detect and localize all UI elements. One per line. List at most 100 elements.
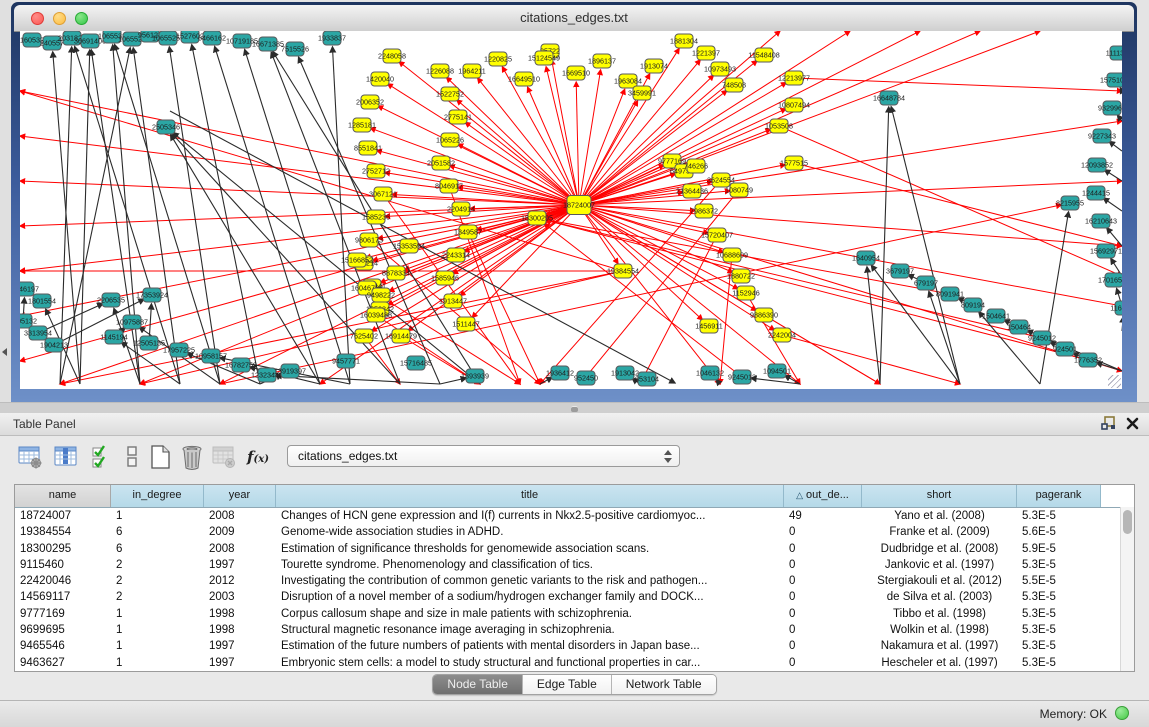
column-header-name[interactable]: name <box>15 485 111 507</box>
table-row[interactable]: 946362711997Embryonic stem cells: a mode… <box>15 655 1134 671</box>
graph-edge[interactable] <box>580 190 739 384</box>
collapse-panel-arrow-icon[interactable] <box>2 348 7 356</box>
function-builder-icon[interactable]: f(x) <box>244 443 272 471</box>
table-cell[interactable]: 18724007 <box>15 508 111 524</box>
graph-edge[interactable] <box>528 87 579 205</box>
delete-table-icon[interactable] <box>178 443 206 471</box>
graph-edge[interactable] <box>192 45 260 384</box>
table-cell[interactable]: 14569117 <box>15 589 111 605</box>
graph-edge[interactable] <box>579 205 1122 306</box>
table-cell[interactable]: Genome-wide association studies in ADHD. <box>276 524 784 540</box>
table-cell[interactable]: 2 <box>111 589 204 605</box>
table-row[interactable]: 977716911998Corpus callosum shape and si… <box>15 606 1134 622</box>
table-cell[interactable]: Investigating the contribution of common… <box>276 573 784 589</box>
table-cell[interactable]: 5.3E-5 <box>1017 589 1101 605</box>
table-cell[interactable]: 2009 <box>204 524 276 540</box>
table-cell[interactable]: 0 <box>784 638 862 654</box>
table-cell[interactable]: 49 <box>784 508 862 524</box>
graph-edge[interactable] <box>1117 115 1122 121</box>
graph-edge[interactable] <box>546 220 1088 360</box>
float-window-icon[interactable] <box>1101 416 1116 431</box>
column-header-in_degree[interactable]: in_degree <box>111 485 204 507</box>
table-cell[interactable]: 9699695 <box>15 622 111 638</box>
citation-network-graph[interactable]: 1605322405572031826306914061065532106552… <box>20 31 1122 389</box>
table-cell[interactable]: 5.3E-5 <box>1017 655 1101 671</box>
table-cell[interactable]: 0 <box>784 589 862 605</box>
table-row[interactable]: 1830029562008Estimation of significance … <box>15 541 1134 557</box>
table-cell[interactable]: Hescheler et al. (1997) <box>862 655 1017 671</box>
graph-edge[interactable] <box>546 220 1042 338</box>
column-header-year[interactable]: year <box>204 485 276 507</box>
table-cell[interactable]: Changes of HCN gene expression and I(f) … <box>276 508 784 524</box>
table-cell[interactable]: 18300295 <box>15 541 111 557</box>
column-header-short[interactable]: short <box>862 485 1017 507</box>
graph-edge[interactable] <box>20 136 579 205</box>
table-row[interactable]: 911546021997Tourette syndrome. Phenomeno… <box>15 557 1134 573</box>
table-cell[interactable]: 1997 <box>204 557 276 573</box>
table-cell[interactable]: Franke et al. (2009) <box>862 524 1017 540</box>
graph-edge[interactable] <box>502 67 579 205</box>
table-cell[interactable]: Estimation of significance thresholds fo… <box>276 541 784 557</box>
table-cell[interactable]: Corpus callosum shape and size in male p… <box>276 606 784 622</box>
tab-network-table[interactable]: Network Table <box>612 675 716 694</box>
table-cell[interactable]: 1 <box>111 655 204 671</box>
resize-grip[interactable] <box>1108 375 1121 388</box>
merge-tables-icon[interactable] <box>118 443 146 471</box>
table-cell[interactable]: Jankovic et al. (1997) <box>862 557 1017 573</box>
table-cell[interactable]: 9465546 <box>15 638 111 654</box>
table-cell[interactable]: 0 <box>784 541 862 557</box>
table-cell[interactable]: 19384554 <box>15 524 111 540</box>
graph-edge[interactable] <box>751 378 800 384</box>
table-cell[interactable]: 2008 <box>204 508 276 524</box>
table-cell[interactable]: 0 <box>784 622 862 638</box>
graph-edge[interactable] <box>579 181 1122 205</box>
graph-edge[interactable] <box>1103 198 1122 211</box>
graph-edge[interactable] <box>377 150 579 205</box>
table-cell[interactable]: 5.5E-5 <box>1017 573 1101 589</box>
graph-edge[interactable] <box>891 107 960 384</box>
graph-edge[interactable] <box>1040 212 1069 384</box>
graph-edge[interactable] <box>173 133 480 384</box>
graph-edge[interactable] <box>794 78 1122 91</box>
column-header-pagerank[interactable]: pagerank <box>1017 485 1101 507</box>
table-row[interactable]: 969969511998Structural magnetic resonanc… <box>15 622 1134 638</box>
table-cell[interactable]: 2 <box>111 557 204 573</box>
table-cell[interactable]: Wolkin et al. (1998) <box>862 622 1017 638</box>
new-table-icon[interactable] <box>146 443 174 471</box>
graph-edge[interactable] <box>80 50 90 384</box>
scrollbar-thumb[interactable] <box>1123 510 1132 534</box>
table-cell[interactable]: 1998 <box>204 622 276 638</box>
graph-edge[interactable] <box>1105 170 1122 181</box>
graph-edge[interactable] <box>220 205 579 384</box>
graph-edge[interactable] <box>867 267 880 384</box>
graph-edge[interactable] <box>579 205 720 384</box>
table-cell[interactable]: Nakamura et al. (1997) <box>862 638 1017 654</box>
close-icon[interactable] <box>1126 417 1139 430</box>
vertical-scrollbar[interactable] <box>1120 507 1134 671</box>
table-cell[interactable]: 9463627 <box>15 655 111 671</box>
table-cell[interactable]: de Silva et al. (2003) <box>862 589 1017 605</box>
row-selection-icon[interactable] <box>88 443 116 471</box>
table-cell[interactable]: 1 <box>111 622 204 638</box>
memory-status-indicator[interactable] <box>1115 706 1129 720</box>
column-header-out_de[interactable]: △out_de... <box>784 485 862 507</box>
table-cell[interactable]: Tibbo et al. (1998) <box>862 606 1017 622</box>
split-divider[interactable] <box>0 402 1149 413</box>
table-cell[interactable]: 9115460 <box>15 557 111 573</box>
table-row[interactable]: 1456911722003Disruption of a novel membe… <box>15 589 1134 605</box>
column-header-title[interactable]: title <box>276 485 784 507</box>
graph-edge[interactable] <box>782 335 960 384</box>
table-cell[interactable]: 5.3E-5 <box>1017 638 1101 654</box>
graph-edge[interactable] <box>133 48 180 384</box>
table-cell[interactable]: Disruption of a novel member of a sodium… <box>276 589 784 605</box>
table-row[interactable]: 2242004622012Investigating the contribut… <box>15 573 1134 589</box>
graph-edge[interactable] <box>399 62 579 205</box>
graph-edge[interactable] <box>880 107 889 384</box>
table-cell[interactable]: 1 <box>111 606 204 622</box>
table-cell[interactable]: 1997 <box>204 638 276 654</box>
table-cell[interactable]: 0 <box>784 573 862 589</box>
graph-edge[interactable] <box>20 91 579 205</box>
table-cell[interactable]: Embryonic stem cells: a model to study s… <box>276 655 784 671</box>
table-cell[interactable]: Yano et al. (2008) <box>862 508 1017 524</box>
table-cell[interactable]: 5.3E-5 <box>1017 508 1101 524</box>
